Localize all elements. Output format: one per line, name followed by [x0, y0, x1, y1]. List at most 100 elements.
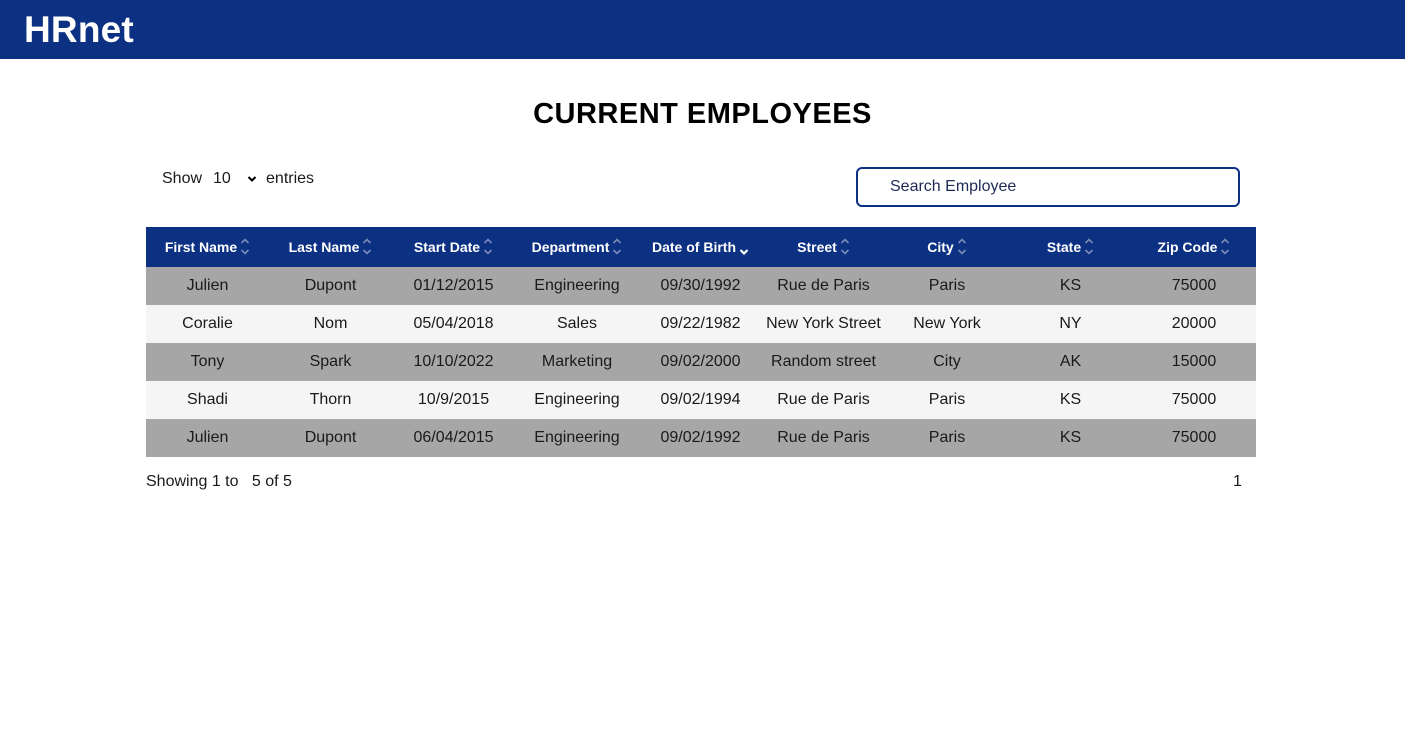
table-cell: Paris	[885, 419, 1009, 457]
sort-desc-icon	[739, 236, 749, 258]
table-cell: 09/02/1992	[639, 419, 762, 457]
table-cell: Dupont	[269, 419, 392, 457]
table-cell: Paris	[885, 267, 1009, 305]
column-header[interactable]: Zip Code	[1132, 227, 1256, 267]
showing-text: Showing 1 to	[146, 473, 239, 490]
table-cell: Engineering	[515, 267, 639, 305]
table-cell: New York	[885, 305, 1009, 343]
column-header[interactable]: Start Date	[392, 227, 515, 267]
chevron-down-icon	[247, 176, 257, 182]
app-logo[interactable]: HRnet	[24, 9, 134, 51]
table-cell: 15000	[1132, 343, 1256, 381]
table-cell: 09/02/2000	[639, 343, 762, 381]
table-cell: 06/04/2015	[392, 419, 515, 457]
table-cell: Engineering	[515, 419, 639, 457]
column-header-label: Street	[797, 239, 837, 255]
table-cell: 01/12/2015	[392, 267, 515, 305]
column-header-content: Start Date	[414, 236, 493, 258]
column-header-label: Date of Birth	[652, 239, 736, 255]
column-header[interactable]: Last Name	[269, 227, 392, 267]
column-header[interactable]: State	[1009, 227, 1132, 267]
column-header[interactable]: Department	[515, 227, 639, 267]
pagination: 1	[1233, 473, 1242, 491]
table-row[interactable]: Coralie Nom 05/04/2018 Sales 09/22/1982 New Y…	[146, 305, 1256, 343]
sort-icon	[362, 236, 372, 258]
table-header-row: First Name Last Name Start Date Department D…	[146, 227, 1256, 267]
column-header-label: State	[1046, 239, 1082, 255]
page-number-button[interactable]: 1	[1233, 473, 1242, 490]
table-cell: 05/04/2018	[392, 305, 515, 343]
sort-icon	[1220, 236, 1230, 258]
entries-select[interactable]: 10	[213, 170, 257, 188]
sort-icon	[240, 236, 250, 258]
column-header-label: Zip Code	[1157, 239, 1218, 255]
column-header-label: First Name	[164, 239, 238, 255]
table-cell: 10/10/2022	[392, 343, 515, 381]
column-header-content: Last Name	[289, 236, 373, 258]
table-cell: Rue de Paris	[762, 381, 885, 419]
column-header[interactable]: First Name	[146, 227, 269, 267]
table-cell: 75000	[1132, 419, 1256, 457]
table-cell: AK	[1009, 343, 1132, 381]
table-cell: KS	[1009, 381, 1132, 419]
table-row[interactable]: Julien Dupont 01/12/2015 Engineering 09/30/1…	[146, 267, 1256, 305]
table-cell: Spark	[269, 343, 392, 381]
table-body: Julien Dupont 01/12/2015 Engineering 09/30/1…	[146, 267, 1256, 457]
sort-icon	[483, 236, 493, 258]
column-header-label: Last Name	[288, 239, 360, 255]
table-row[interactable]: Shadi Thorn 10/9/2015 Engineering 09/02/1994…	[146, 381, 1256, 419]
table-cell: Paris	[885, 381, 1009, 419]
table-cell: 10/9/2015	[392, 381, 515, 419]
table-controls: Show 10 entries	[146, 166, 1240, 208]
column-header[interactable]: City	[885, 227, 1009, 267]
sort-icon	[957, 236, 967, 258]
sort-icon	[612, 236, 622, 258]
entries-value: 10	[213, 170, 231, 187]
column-header-content: Street	[797, 236, 850, 258]
table-cell: Sales	[515, 305, 639, 343]
table-cell: Coralie	[146, 305, 269, 343]
entries-label: entries	[266, 170, 315, 187]
column-header-label: Start Date	[413, 239, 481, 255]
table-cell: Dupont	[269, 267, 392, 305]
show-entries: Show 10 entries	[162, 170, 314, 188]
table-cell: Rue de Paris	[762, 267, 885, 305]
column-header-content: First Name	[165, 236, 250, 258]
column-header-content: Zip Code	[1158, 236, 1231, 258]
table-cell: Thorn	[269, 381, 392, 419]
table-cell: Marketing	[515, 343, 639, 381]
table-cell: 75000	[1132, 381, 1256, 419]
table-cell: 09/22/1982	[639, 305, 762, 343]
column-header-content: Department	[532, 236, 623, 258]
table-cell: 09/30/1992	[639, 267, 762, 305]
table-cell: Shadi	[146, 381, 269, 419]
table-cell: KS	[1009, 419, 1132, 457]
table-cell: New York Street	[762, 305, 885, 343]
table-row[interactable]: Tony Spark 10/10/2022 Marketing 09/02/2000 Ra…	[146, 343, 1256, 381]
table-cell: 75000	[1132, 267, 1256, 305]
table-cell: Tony	[146, 343, 269, 381]
column-header-label: City	[927, 239, 954, 255]
app-header: HRnet	[0, 0, 1405, 59]
table-cell: City	[885, 343, 1009, 381]
column-header-content: City	[927, 236, 966, 258]
sort-icon	[1084, 236, 1094, 258]
page-title: CURRENT EMPLOYEES	[533, 98, 872, 130]
sort-icon	[840, 236, 850, 258]
employees-table: First Name Last Name Start Date Department D…	[146, 227, 1256, 457]
table-cell: NY	[1009, 305, 1132, 343]
column-header-content: State	[1047, 236, 1094, 258]
column-header[interactable]: Date of Birth	[639, 227, 762, 267]
table-cell: KS	[1009, 267, 1132, 305]
table-cell: 09/02/1994	[639, 381, 762, 419]
table-cell: Engineering	[515, 381, 639, 419]
show-label: Show	[162, 170, 203, 187]
table-cell: Rue de Paris	[762, 419, 885, 457]
column-header-label: Department	[531, 239, 610, 255]
table-cell: Julien	[146, 267, 269, 305]
search-input[interactable]	[856, 167, 1240, 207]
column-header[interactable]: Street	[762, 227, 885, 267]
table-row[interactable]: Julien Dupont 06/04/2015 Engineering 09/02/1…	[146, 419, 1256, 457]
range-text: 5 of 5	[251, 473, 292, 490]
column-header-content: Date of Birth	[652, 236, 749, 258]
